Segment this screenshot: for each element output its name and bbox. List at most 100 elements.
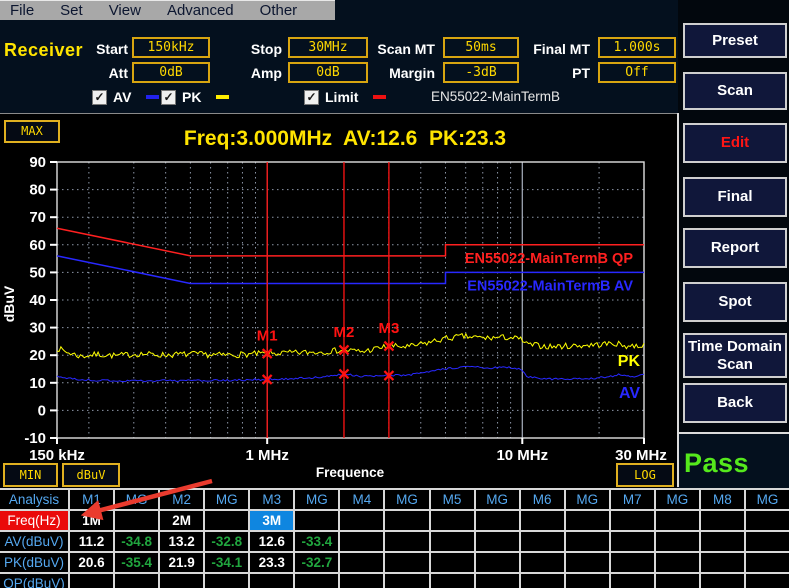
menu-item-file[interactable]: File	[10, 1, 34, 21]
table-cell[interactable]	[656, 553, 699, 572]
margin-field[interactable]: -3dB	[443, 62, 519, 83]
table-cell[interactable]	[476, 532, 519, 551]
table-cell[interactable]: 13.2	[160, 532, 203, 551]
table-cell[interactable]	[611, 511, 654, 530]
side-button-back[interactable]: Back	[683, 383, 787, 423]
limit-toggle[interactable]: ✓ Limit	[304, 89, 386, 105]
side-button-final[interactable]: Final	[683, 177, 787, 217]
unit-button[interactable]: dBuV	[62, 463, 120, 487]
att-field[interactable]: 0dB	[132, 62, 210, 83]
av-trace-toggle[interactable]: ✓ AV	[92, 89, 159, 105]
table-cell[interactable]: 23.3	[250, 553, 293, 572]
table-cell[interactable]	[746, 574, 789, 588]
table-cell[interactable]: -34.8	[115, 532, 158, 551]
start-field[interactable]: 150kHz	[132, 37, 210, 58]
table-cell[interactable]: -34.1	[205, 553, 248, 572]
table-cell[interactable]	[431, 574, 474, 588]
table-cell[interactable]	[656, 511, 699, 530]
table-header-m6-11[interactable]: M6	[521, 490, 564, 509]
table-header-m1-1[interactable]: M1	[70, 490, 113, 509]
table-header-mg-6[interactable]: MG	[295, 490, 338, 509]
side-button-edit[interactable]: Edit	[683, 123, 787, 163]
max-button[interactable]: MAX	[4, 120, 60, 143]
menu-item-advanced[interactable]: Advanced	[167, 1, 234, 21]
pk-checkbox[interactable]: ✓	[161, 90, 176, 105]
table-row-label-avdbuv[interactable]: AV(dBuV)	[0, 532, 68, 551]
table-cell[interactable]	[656, 574, 699, 588]
table-row-label-qpdbuv[interactable]: QP(dBuV)	[0, 574, 68, 588]
side-button-spot[interactable]: Spot	[683, 282, 787, 322]
table-cell[interactable]: -35.4	[115, 553, 158, 572]
table-cell[interactable]	[476, 511, 519, 530]
table-cell[interactable]: 11.2	[70, 532, 113, 551]
table-header-m5-9[interactable]: M5	[431, 490, 474, 509]
table-cell[interactable]: 1M	[70, 511, 113, 530]
amp-field[interactable]: 0dB	[288, 62, 368, 83]
table-header-mg-10[interactable]: MG	[476, 490, 519, 509]
table-header-m3-5[interactable]: M3	[250, 490, 293, 509]
table-cell[interactable]	[476, 553, 519, 572]
table-cell[interactable]	[295, 574, 338, 588]
table-cell[interactable]: 20.6	[70, 553, 113, 572]
table-cell[interactable]	[431, 511, 474, 530]
final-mt-field[interactable]: 1.000s	[598, 37, 676, 58]
table-cell[interactable]	[701, 511, 744, 530]
table-cell[interactable]	[611, 532, 654, 551]
table-cell[interactable]	[295, 511, 338, 530]
table-cell[interactable]	[340, 511, 383, 530]
table-cell[interactable]	[701, 532, 744, 551]
table-cell[interactable]	[160, 574, 203, 588]
table-cell[interactable]	[521, 553, 564, 572]
table-cell[interactable]	[521, 511, 564, 530]
menu-item-other[interactable]: Other	[260, 1, 298, 21]
table-cell[interactable]	[205, 511, 248, 530]
table-cell[interactable]	[340, 553, 383, 572]
table-cell[interactable]	[385, 553, 428, 572]
table-cell[interactable]	[611, 553, 654, 572]
scan-mt-field[interactable]: 50ms	[443, 37, 519, 58]
table-row-label-pkdbuv[interactable]: PK(dBuV)	[0, 553, 68, 572]
table-cell[interactable]	[656, 532, 699, 551]
table-cell[interactable]	[431, 532, 474, 551]
table-cell[interactable]	[566, 574, 609, 588]
table-cell[interactable]	[385, 574, 428, 588]
table-cell[interactable]: -32.7	[295, 553, 338, 572]
table-header-mg-4[interactable]: MG	[205, 490, 248, 509]
stop-field[interactable]: 30MHz	[288, 37, 368, 58]
side-button-scan[interactable]: Scan	[683, 72, 787, 110]
limit-checkbox[interactable]: ✓	[304, 90, 319, 105]
table-header-mg-14[interactable]: MG	[656, 490, 699, 509]
table-header-mg-16[interactable]: MG	[746, 490, 789, 509]
table-cell[interactable]: 2M	[160, 511, 203, 530]
table-cell[interactable]	[205, 574, 248, 588]
table-cell[interactable]: 3M	[250, 511, 293, 530]
pk-trace-toggle[interactable]: ✓ PK	[161, 89, 229, 105]
av-checkbox[interactable]: ✓	[92, 90, 107, 105]
table-cell[interactable]	[521, 532, 564, 551]
table-cell[interactable]	[521, 574, 564, 588]
table-cell[interactable]	[701, 553, 744, 572]
table-cell[interactable]	[115, 511, 158, 530]
table-cell[interactable]: -33.4	[295, 532, 338, 551]
table-cell[interactable]	[70, 574, 113, 588]
table-cell[interactable]	[746, 553, 789, 572]
table-cell[interactable]	[566, 553, 609, 572]
side-button-preset[interactable]: Preset	[683, 23, 787, 58]
table-cell[interactable]: -32.8	[205, 532, 248, 551]
table-cell[interactable]	[746, 532, 789, 551]
log-scale-button[interactable]: LOG	[616, 463, 674, 487]
table-cell[interactable]	[340, 532, 383, 551]
table-cell[interactable]	[566, 511, 609, 530]
table-row-label-freqhz[interactable]: Freq(Hz)	[0, 511, 68, 530]
table-header-m7-13[interactable]: M7	[611, 490, 654, 509]
table-cell[interactable]: 21.9	[160, 553, 203, 572]
table-cell[interactable]: 12.6	[250, 532, 293, 551]
table-header-mg-8[interactable]: MG	[385, 490, 428, 509]
side-button-report[interactable]: Report	[683, 228, 787, 268]
table-header-mg-12[interactable]: MG	[566, 490, 609, 509]
table-cell[interactable]	[385, 532, 428, 551]
table-cell[interactable]	[701, 574, 744, 588]
table-cell[interactable]	[611, 574, 654, 588]
table-cell[interactable]	[340, 574, 383, 588]
table-cell[interactable]	[476, 574, 519, 588]
